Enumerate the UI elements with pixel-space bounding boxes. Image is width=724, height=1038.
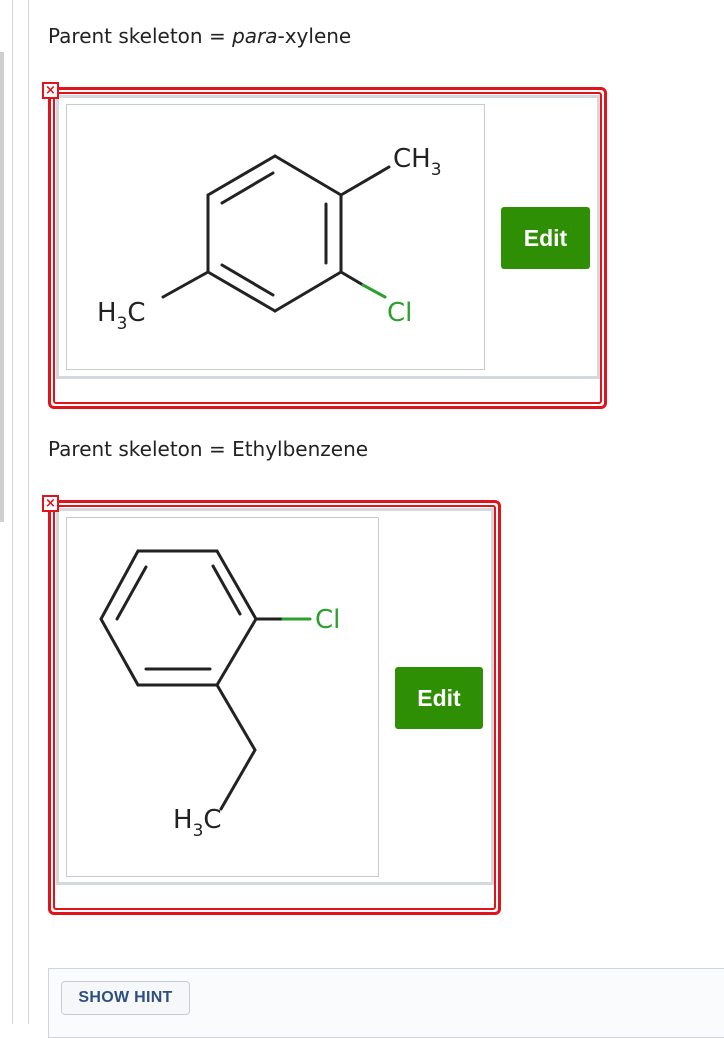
molecule-1-bonds xyxy=(161,154,391,313)
molecule-2-structure: Cl H3C xyxy=(99,549,340,841)
molecule-2-drawing[interactable]: Cl H3C xyxy=(66,517,379,877)
h3c-label: H3C xyxy=(173,805,222,841)
cl-label: Cl xyxy=(387,298,412,328)
molecule-2-bonds xyxy=(99,549,312,811)
cl-label: Cl xyxy=(315,605,340,635)
error-close-icon[interactable]: × xyxy=(42,495,59,512)
molecule-1-drawing[interactable]: CH3 H3C Cl xyxy=(66,104,485,370)
question-2-caption: Parent skeleton = Ethylbenzene xyxy=(48,437,369,461)
question-1-caption: Parent skeleton = para-xylene xyxy=(48,24,352,48)
rail-divider xyxy=(12,0,13,1024)
edit-button[interactable]: Edit xyxy=(501,207,590,269)
h3c-label: H3C xyxy=(97,298,146,334)
rail-marker xyxy=(0,52,4,522)
caption-emphasis: para xyxy=(232,24,278,48)
ch3-label: CH3 xyxy=(393,144,442,180)
show-hint-button[interactable]: SHOW HINT xyxy=(61,981,190,1015)
rail-divider xyxy=(28,0,29,1024)
error-close-icon[interactable]: × xyxy=(42,82,59,99)
edit-button[interactable]: Edit xyxy=(395,667,483,729)
molecule-1-structure: CH3 H3C Cl xyxy=(97,144,442,334)
left-rail xyxy=(0,0,30,1024)
